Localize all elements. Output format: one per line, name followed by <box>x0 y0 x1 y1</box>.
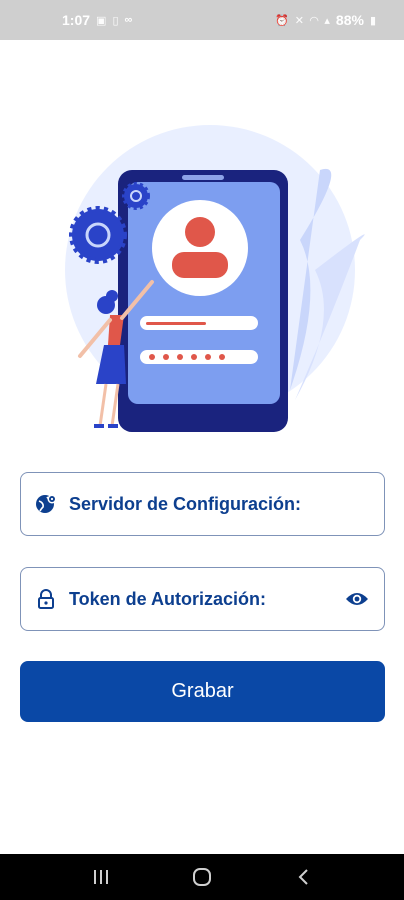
login-illustration <box>65 125 365 432</box>
home-icon <box>192 868 211 886</box>
auth-token-label: Token de Autorización: <box>69 588 267 609</box>
status-left: 1:07 ▣ ▯ ∞ <box>62 12 132 28</box>
recents-icon <box>93 870 108 884</box>
battery-percent: 88% <box>335 12 364 28</box>
voicemail-icon: ∞ <box>124 14 133 26</box>
status-right: ⏰ ✕ ◠ ▴ 88% ▮ <box>275 12 376 28</box>
home-button[interactable] <box>182 857 222 897</box>
save-button[interactable]: Grabar <box>20 661 385 722</box>
recents-button[interactable] <box>81 857 121 897</box>
system-nav-bar <box>0 854 404 900</box>
gallery-icon: ▣ <box>96 14 107 27</box>
back-icon <box>298 869 309 885</box>
auth-token-field[interactable]: Token de Autorización: <box>20 567 385 631</box>
alarm-icon: ⏰ <box>274 14 289 27</box>
mute-icon: ✕ <box>294 14 304 27</box>
status-bar: 1:07 ▣ ▯ ∞ ⏰ ✕ ◠ ▴ 88% ▮ <box>0 0 404 40</box>
status-time: 1:07 <box>62 12 91 28</box>
lock-icon <box>35 588 57 610</box>
back-button[interactable] <box>283 857 323 897</box>
server-config-field[interactable]: Servidor de Configuración: <box>20 472 385 536</box>
phone-icon: ▯ <box>112 14 119 27</box>
eye-icon[interactable] <box>344 586 370 612</box>
globe-gear-icon <box>35 493 57 515</box>
signal-icon: ▴ <box>324 14 330 27</box>
wifi-icon: ◠ <box>309 14 319 27</box>
battery-icon: ▮ <box>369 14 376 27</box>
server-config-label: Servidor de Configuración: <box>69 493 302 514</box>
